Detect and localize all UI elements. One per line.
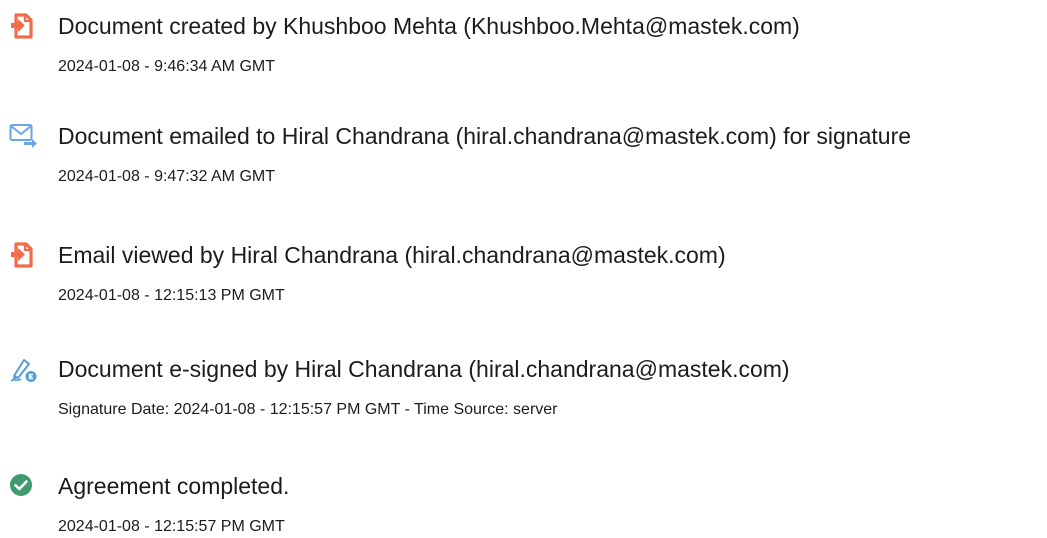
event-timestamp: 2024-01-08 - 12:15:57 PM GMT	[58, 518, 285, 535]
event-timestamp: 2024-01-08 - 12:15:13 PM GMT	[58, 287, 285, 304]
email-sent-icon	[9, 122, 37, 150]
document-viewed-icon	[9, 241, 37, 269]
completed-check-icon	[9, 472, 37, 500]
e-sign-pen-icon	[9, 355, 37, 383]
event-timestamp: 2024-01-08 - 9:47:32 AM GMT	[58, 168, 275, 185]
event-title: Document emailed to Hiral Chandrana (hir…	[58, 123, 912, 149]
event-title: Document created by Khushboo Mehta (Khus…	[58, 13, 800, 39]
event-title: Document e-signed by Hiral Chandrana (hi…	[58, 356, 790, 382]
document-created-icon	[9, 12, 37, 40]
event-title: Agreement completed.	[58, 473, 290, 499]
event-timestamp: Signature Date: 2024-01-08 - 12:15:57 PM…	[58, 401, 558, 418]
event-timestamp: 2024-01-08 - 9:46:34 AM GMT	[58, 58, 275, 75]
event-title: Email viewed by Hiral Chandrana (hiral.c…	[58, 242, 726, 268]
